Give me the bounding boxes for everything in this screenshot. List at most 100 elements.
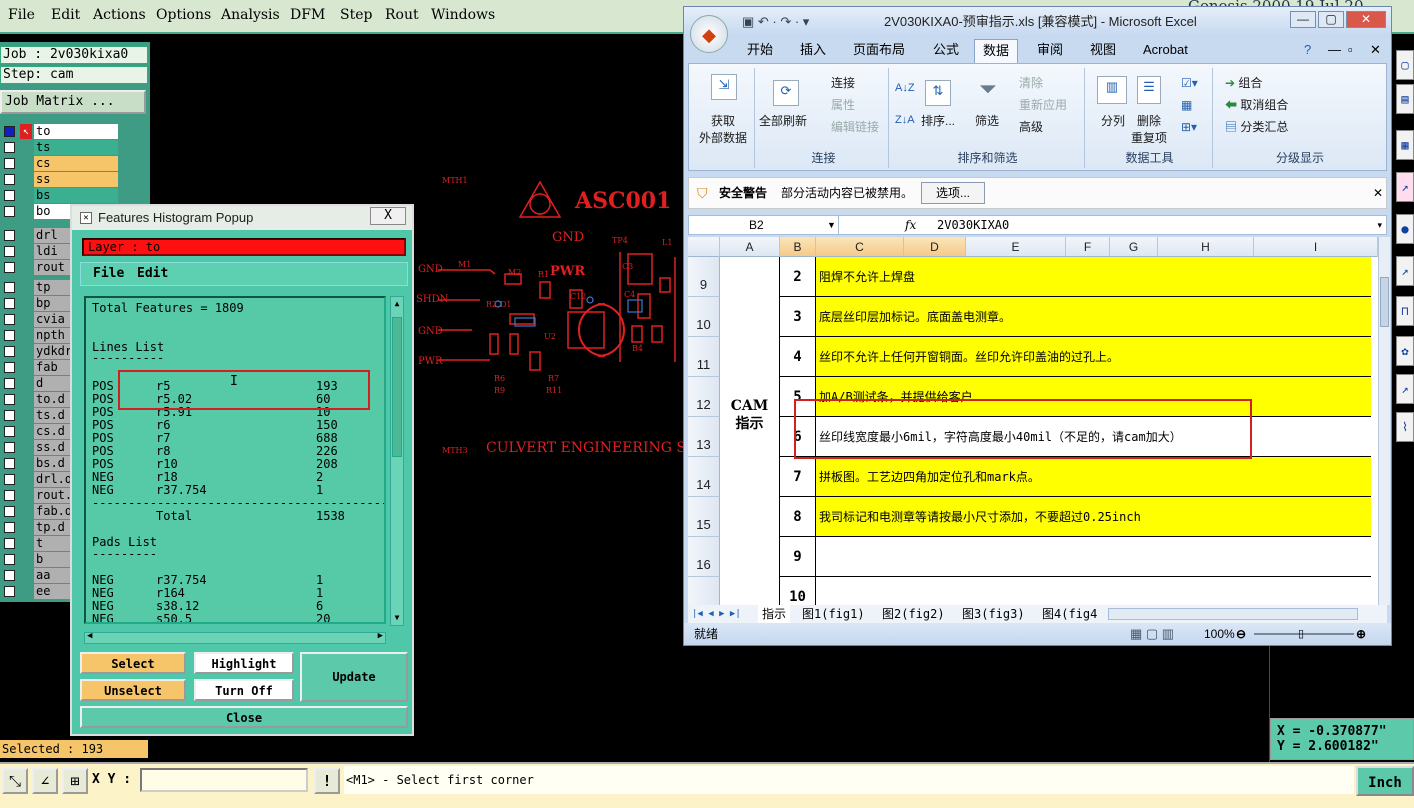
sheet-tab-4[interactable]: 图3(fig3) bbox=[962, 605, 1025, 623]
column-header[interactable]: D bbox=[904, 237, 966, 257]
formula-expand-icon[interactable]: ▾ bbox=[1377, 216, 1382, 234]
text-to-columns-icon[interactable]: ▥ bbox=[1097, 76, 1127, 104]
sheet-tab-1[interactable]: 指示 bbox=[758, 605, 791, 623]
layer-checkbox[interactable] bbox=[4, 262, 15, 273]
measure-tool-icon[interactable]: ∠ bbox=[32, 768, 58, 794]
histogram-list[interactable]: Total Features = 1809 Lines List -------… bbox=[84, 296, 386, 624]
scroll-down-icon[interactable]: ▼ bbox=[392, 613, 402, 623]
get-external-data-icon[interactable]: ⇲ bbox=[711, 74, 737, 100]
security-options-button[interactable]: 选项... bbox=[921, 182, 986, 204]
ribbon-minimize-icon[interactable]: — bbox=[1328, 37, 1341, 63]
side-tool-2[interactable]: ▤ bbox=[1396, 84, 1414, 114]
popup-horizontal-scrollbar[interactable]: ◀ ▶ bbox=[84, 631, 386, 644]
cell-number[interactable]: 9 bbox=[780, 537, 816, 577]
connections-button[interactable]: 连接 bbox=[831, 74, 855, 91]
snap-grid-icon[interactable]: ⊞ bbox=[62, 768, 88, 794]
tab-insert[interactable]: 插入 bbox=[800, 37, 826, 63]
excel-horizontal-scrollbar[interactable] bbox=[1108, 608, 1358, 620]
side-tool-5[interactable]: ● bbox=[1396, 214, 1414, 244]
maximize-button[interactable]: ▢ bbox=[1318, 11, 1344, 28]
cell-number[interactable]: 7 bbox=[780, 457, 816, 497]
side-tool-8[interactable]: ✿ bbox=[1396, 336, 1414, 366]
sheet-tab-3[interactable]: 图2(fig2) bbox=[882, 605, 945, 623]
menu-actions[interactable]: Actions bbox=[93, 7, 146, 23]
layer-name[interactable]: cs bbox=[34, 156, 118, 171]
cell-instruction[interactable]: 拼板图。工艺边四角加定位孔和mark点。 bbox=[816, 457, 1371, 497]
layer-checkbox[interactable] bbox=[4, 426, 15, 437]
group-button[interactable]: ➔ 组合 bbox=[1225, 74, 1262, 91]
layer-checkbox[interactable] bbox=[4, 570, 15, 581]
subtotal-button[interactable]: ▤ 分类汇总 bbox=[1225, 118, 1288, 135]
fx-icon[interactable]: fx bbox=[905, 216, 916, 234]
highlight-button[interactable]: Highlight bbox=[194, 652, 294, 674]
excel-vertical-scrollbar[interactable] bbox=[1378, 237, 1390, 605]
tab-page-layout[interactable]: 页面布局 bbox=[853, 37, 905, 63]
edit-links-button[interactable]: 编辑链接 bbox=[831, 118, 879, 135]
layer-checkbox[interactable] bbox=[4, 458, 15, 469]
cell-instruction[interactable]: 底层丝印层加标记。底面盖电测章。 bbox=[816, 297, 1371, 337]
sort-icon[interactable]: ⇅ bbox=[925, 80, 951, 106]
layer-checkbox[interactable] bbox=[4, 362, 15, 373]
cell-number[interactable]: 2 bbox=[780, 257, 816, 297]
layer-checkbox[interactable] bbox=[4, 142, 15, 153]
row-header[interactable]: 16 bbox=[688, 537, 720, 577]
pads-symbol[interactable]: s50.5 bbox=[156, 613, 192, 623]
close-window-button[interactable]: ✕ bbox=[1346, 11, 1386, 28]
scroll-right-icon[interactable]: ▶ bbox=[378, 631, 383, 641]
menu-edit[interactable]: Edit bbox=[51, 7, 80, 23]
scroll-left-icon[interactable]: ◀ bbox=[87, 631, 92, 641]
side-tool-1[interactable]: ▢ bbox=[1396, 50, 1414, 80]
zoom-out-icon[interactable]: ⊖ bbox=[1236, 623, 1246, 645]
help-icon[interactable]: ? bbox=[1304, 37, 1311, 63]
menu-options[interactable]: Options bbox=[156, 7, 211, 23]
menu-windows[interactable]: Windows bbox=[431, 7, 495, 23]
reapply-button[interactable]: 重新应用 bbox=[1019, 96, 1067, 113]
row-header[interactable]: 13 bbox=[688, 417, 720, 457]
layer-name[interactable]: ts bbox=[34, 140, 118, 155]
popup-menu-edit[interactable]: Edit bbox=[137, 263, 168, 285]
layer-checkbox[interactable] bbox=[4, 126, 15, 137]
layer-checkbox[interactable] bbox=[4, 490, 15, 501]
layer-checkbox[interactable] bbox=[4, 506, 15, 517]
layer-checkbox[interactable] bbox=[4, 206, 15, 217]
alert-icon[interactable]: ! bbox=[314, 768, 340, 794]
column-header[interactable]: E bbox=[966, 237, 1066, 257]
layer-checkbox[interactable] bbox=[4, 314, 15, 325]
close-button[interactable]: Close bbox=[80, 706, 408, 728]
zoom-slider-thumb-icon[interactable]: ▯ bbox=[1298, 623, 1304, 645]
text-to-columns-button[interactable]: 分列 bbox=[1101, 112, 1125, 129]
side-tool-3[interactable]: ▦ bbox=[1396, 130, 1414, 160]
formula-input[interactable]: 2V030KIXA0 bbox=[937, 216, 1009, 234]
row-header[interactable]: 9 bbox=[688, 257, 720, 297]
cell-number[interactable]: 8 bbox=[780, 497, 816, 537]
row-header[interactable] bbox=[688, 577, 720, 605]
zoom-level[interactable]: 100% bbox=[1204, 623, 1235, 645]
layer-checkbox[interactable] bbox=[4, 174, 15, 185]
menu-step[interactable]: Step bbox=[340, 7, 372, 23]
cell-instruction[interactable] bbox=[816, 577, 1371, 605]
select-all-corner[interactable] bbox=[688, 237, 720, 257]
xy-input[interactable] bbox=[140, 768, 308, 792]
layer-checkbox[interactable] bbox=[4, 246, 15, 257]
filter-button[interactable]: 筛选 bbox=[975, 112, 999, 129]
menu-file[interactable]: File bbox=[8, 7, 35, 23]
layer-checkbox[interactable] bbox=[4, 158, 15, 169]
layer-checkbox[interactable] bbox=[4, 330, 15, 341]
cell-instruction[interactable] bbox=[816, 537, 1371, 577]
sheet-tab-2[interactable]: 图1(fig1) bbox=[802, 605, 865, 623]
ribbon-restore-icon[interactable]: ▫ bbox=[1348, 37, 1353, 63]
layer-checkbox[interactable] bbox=[4, 230, 15, 241]
zoom-tool-icon[interactable]: ⤡ bbox=[2, 768, 28, 794]
tab-review[interactable]: 审阅 bbox=[1037, 37, 1063, 63]
security-close-icon[interactable]: ✕ bbox=[1373, 178, 1383, 208]
tab-home[interactable]: 开始 bbox=[747, 37, 773, 63]
pads-polarity[interactable]: NEG bbox=[92, 613, 114, 623]
scroll-up-icon[interactable]: ▲ bbox=[392, 299, 402, 309]
cell-instruction[interactable]: 阻焊不允许上焊盘 bbox=[816, 257, 1371, 297]
units-button[interactable]: Inch bbox=[1356, 766, 1414, 796]
menu-rout[interactable]: Rout bbox=[385, 7, 419, 23]
sheet-nav-icons[interactable]: |◀ ◀ ▶ ▶| bbox=[692, 605, 741, 623]
column-header[interactable]: F bbox=[1066, 237, 1110, 257]
side-tool-6[interactable]: ↗ bbox=[1396, 256, 1414, 286]
zoom-in-icon[interactable]: ⊕ bbox=[1356, 623, 1366, 645]
